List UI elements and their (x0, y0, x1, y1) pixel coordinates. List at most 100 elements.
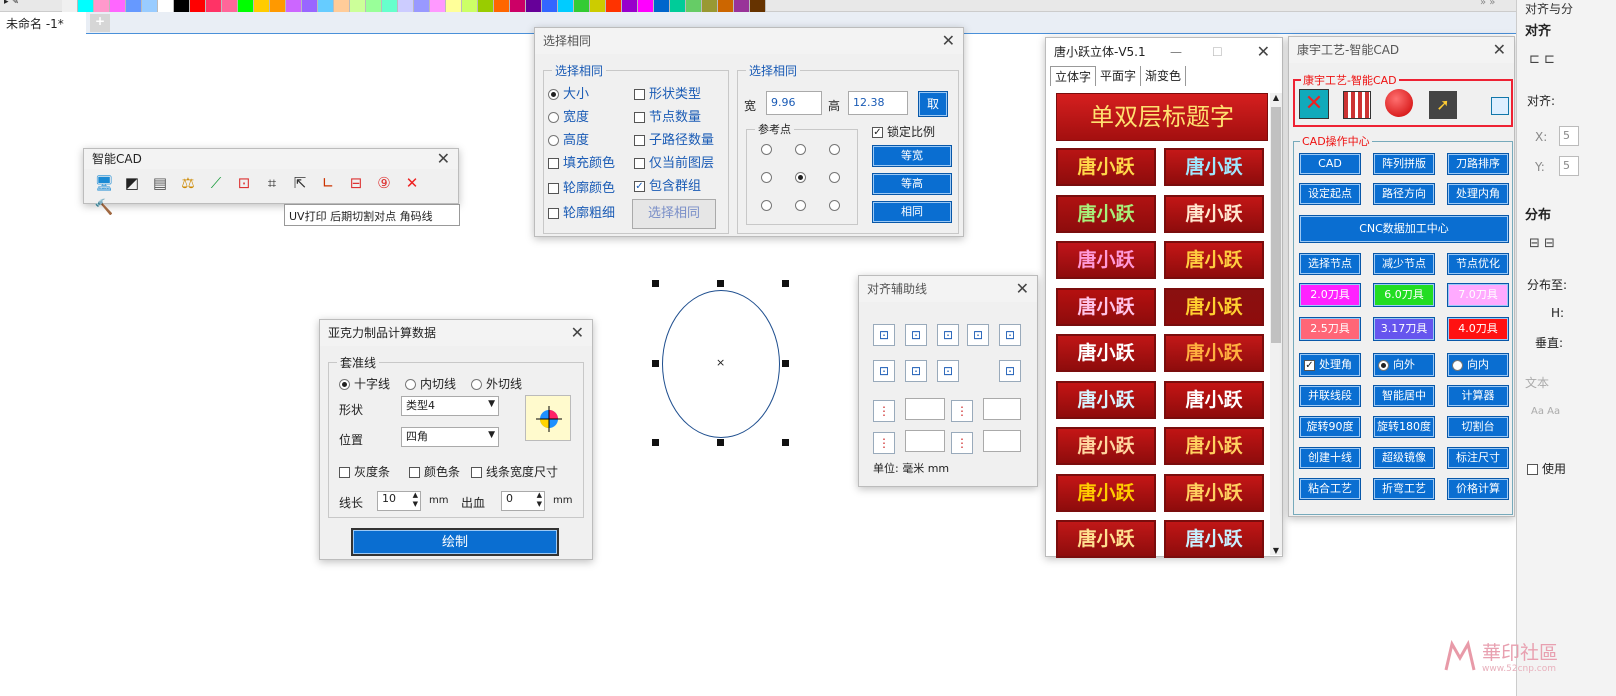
scrollbar[interactable]: ▲ ▼ (1270, 93, 1282, 555)
x-field[interactable]: 5 (1559, 126, 1579, 146)
tool-button[interactable]: 旋转180度 (1373, 416, 1435, 438)
option-1[interactable]: 宽度 (548, 106, 615, 129)
inner-line-radio[interactable]: 内切线 (405, 375, 456, 392)
palette-swatch[interactable] (110, 0, 126, 12)
style-tile[interactable]: 唐小跃 (1164, 241, 1264, 279)
outer-line-radio[interactable]: 外切线 (471, 375, 522, 392)
resize-handle[interactable] (652, 280, 659, 287)
inward-radio[interactable]: 向内 (1447, 353, 1509, 377)
palette-swatch[interactable] (590, 0, 606, 12)
distribute-icon[interactable]: ⊟ ⊟ (1529, 236, 1555, 251)
equal-width-button[interactable]: 等宽 (872, 145, 952, 167)
reference-point-radio[interactable] (795, 172, 806, 183)
reference-point-radio[interactable] (761, 172, 772, 183)
edit-shape-icon[interactable]: ◩ (120, 171, 144, 195)
palette-swatch[interactable] (606, 0, 622, 12)
option-6[interactable]: 形状类型 (634, 83, 714, 106)
align-guide-icon[interactable]: ⊡ (999, 324, 1021, 346)
option-8[interactable]: 子路径数量 (634, 129, 714, 152)
select-same-button[interactable]: 选择相同 (632, 199, 716, 229)
cross-line-radio[interactable]: 十字线 (339, 375, 390, 392)
align-guide-icon[interactable]: ⊡ (905, 360, 927, 382)
align-guide-icon[interactable]: ⊡ (937, 360, 959, 382)
align-guide-icon[interactable]: ⊡ (873, 360, 895, 382)
scale-icon[interactable]: ⚖ (176, 171, 200, 195)
palette-swatch[interactable] (366, 0, 382, 12)
knife-button[interactable]: 2.5刀具 (1299, 317, 1361, 341)
cnc-center-button[interactable]: CNC数据加工中心 (1299, 215, 1509, 243)
palette-swatch[interactable] (142, 0, 158, 12)
tool-button[interactable]: 旋转90度 (1299, 416, 1361, 438)
palette-swatch[interactable] (270, 0, 286, 12)
palette-swatch[interactable] (190, 0, 206, 12)
knife-button[interactable]: 3.17刀具 (1373, 317, 1435, 341)
title-banner[interactable]: 单双层标题字 (1056, 93, 1268, 141)
tool-button[interactable]: 标注尺寸 (1447, 447, 1509, 469)
minimize-icon[interactable]: — (1170, 38, 1182, 66)
option-9[interactable]: 仅当前图层 (634, 152, 714, 175)
tool-button[interactable]: 智能居中 (1373, 385, 1435, 407)
palette-swatch[interactable] (382, 0, 398, 12)
guide-field[interactable] (983, 398, 1021, 420)
align-guide-icon[interactable]: ⊡ (905, 324, 927, 346)
palette-swatch[interactable] (638, 0, 654, 12)
crop-marks-icon[interactable]: ⊡ (232, 171, 256, 195)
palette-swatch[interactable] (542, 0, 558, 12)
node-button[interactable]: 节点优化 (1447, 253, 1509, 275)
table-icon[interactable]: ▤ (148, 171, 172, 195)
resize-handle[interactable] (717, 439, 724, 446)
align-guide-icon[interactable]: ⊡ (999, 360, 1021, 382)
scroll-thumb[interactable] (1271, 107, 1281, 343)
style-tile[interactable]: 唐小跃 (1056, 287, 1156, 326)
palette-swatch[interactable] (286, 0, 302, 12)
align-left-icon[interactable]: ⊏ ⊏ (1529, 52, 1555, 67)
reference-point-radio[interactable] (795, 144, 806, 155)
knife-button[interactable]: 4.0刀具 (1447, 317, 1509, 341)
stepper-icon[interactable]: ▲ ▼ (537, 491, 542, 509)
align-guide-icon[interactable]: ⋮ (873, 400, 895, 422)
palette-swatch[interactable] (302, 0, 318, 12)
guide-field[interactable] (905, 398, 945, 420)
equal-height-button[interactable]: 等高 (872, 173, 952, 195)
close-icon[interactable]: ✕ (437, 149, 450, 169)
style-tile[interactable]: 唐小跃 (1164, 380, 1264, 419)
add-tab-button[interactable]: + (90, 14, 110, 32)
arrow-icon[interactable]: ▸ ✎ (4, 0, 19, 7)
palette-swatch[interactable] (446, 0, 462, 12)
resize-handle[interactable] (782, 280, 789, 287)
gray-bar-checkbox[interactable]: 灰度条 (339, 463, 390, 480)
tool-button[interactable]: 折弯工艺 (1373, 478, 1435, 500)
palette-swatch[interactable] (238, 0, 254, 12)
y-field[interactable]: 5 (1559, 156, 1579, 176)
palette-swatch[interactable] (734, 0, 750, 12)
draw-button[interactable]: 绘制 (351, 528, 559, 556)
use-checkbox[interactable]: 使用 (1527, 460, 1566, 477)
style-tile[interactable]: 唐小跃 (1056, 241, 1156, 279)
palette-swatch[interactable] (334, 0, 350, 12)
palette-swatch[interactable] (94, 0, 110, 12)
option-5[interactable]: 轮廓粗细 (548, 202, 615, 227)
split-icon[interactable]: ⊟ (344, 171, 368, 195)
same-size-button[interactable]: 相同 (872, 201, 952, 223)
tile-layout-button[interactable]: 阵列拼版 (1373, 153, 1435, 175)
tool-button[interactable]: 切割台 (1447, 416, 1509, 438)
length-field[interactable]: 10 ▲ ▼ (377, 491, 421, 511)
style-tile[interactable]: 唐小跃 (1164, 520, 1264, 558)
reference-point-radio[interactable] (829, 144, 840, 155)
cad-button[interactable]: CAD (1299, 153, 1361, 175)
node-button[interactable]: 减少节点 (1373, 253, 1435, 275)
close-icon[interactable]: ✕ (1493, 37, 1506, 63)
maximize-icon[interactable]: ☐ (1212, 38, 1223, 66)
style-tile[interactable]: 唐小跃 (1164, 287, 1264, 326)
palette-swatch[interactable] (318, 0, 334, 12)
reference-point-radio[interactable] (761, 144, 772, 155)
palette-swatch[interactable] (478, 0, 494, 12)
width-field[interactable]: 9.96 (766, 91, 822, 115)
option-3[interactable]: 填充颜色 (548, 152, 615, 177)
frame-icon[interactable]: ⌗ (260, 171, 284, 195)
style-tile[interactable]: 唐小跃 (1164, 194, 1264, 233)
resize-handle[interactable] (782, 439, 789, 446)
palette-swatch[interactable] (62, 0, 78, 12)
palette-scroll-icon[interactable]: » » (1480, 0, 1495, 8)
palette-swatch[interactable] (78, 0, 94, 12)
